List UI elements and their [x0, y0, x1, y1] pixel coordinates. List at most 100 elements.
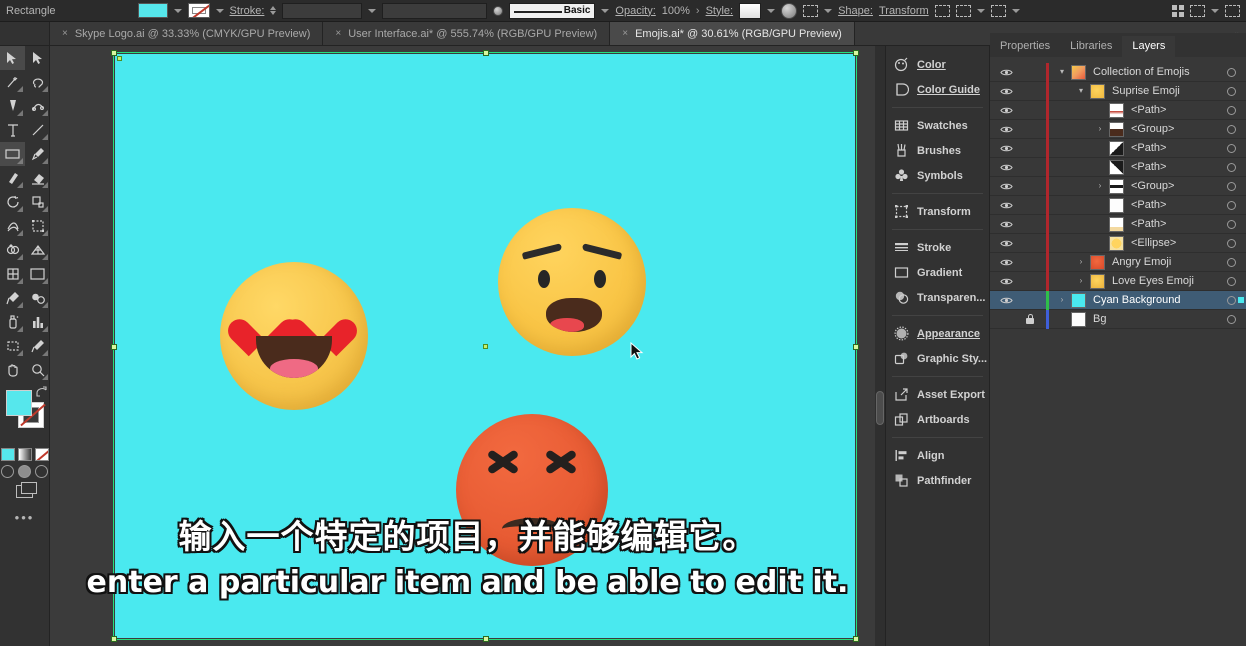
variable-width-dropdown-icon[interactable] — [493, 5, 504, 16]
disclosure-triangle-icon[interactable]: ▾ — [1053, 68, 1071, 76]
dock-item-asset-export[interactable]: Asset Export — [886, 382, 989, 407]
close-icon[interactable]: × — [335, 28, 341, 39]
color-swatch-button[interactable] — [0, 448, 15, 461]
dock-item-transparency[interactable]: Transparen... — [886, 285, 989, 310]
angry-emoji[interactable] — [456, 414, 608, 566]
mesh-tool[interactable] — [0, 262, 25, 286]
lasso-tool[interactable] — [25, 70, 50, 94]
graphic-style-dropdown-icon[interactable] — [767, 8, 776, 13]
target-indicator[interactable] — [1227, 125, 1236, 134]
scrollbar-thumb[interactable] — [876, 391, 884, 425]
tab-layers[interactable]: Layers — [1122, 36, 1176, 57]
column-graph-tool[interactable] — [25, 310, 50, 334]
transform-label[interactable]: Transform — [879, 5, 929, 17]
dock-item-graphic-styles[interactable]: Graphic Sty... — [886, 346, 989, 371]
target-indicator[interactable] — [1227, 315, 1236, 324]
panel-list-icon[interactable] — [1225, 4, 1240, 17]
fill-swatch[interactable] — [137, 3, 168, 18]
document-tab-emojis[interactable]: × Emojis.ai* @ 30.61% (RGB/GPU Preview) — [610, 22, 855, 45]
none-swatch-button[interactable] — [34, 448, 49, 461]
layer-row[interactable]: › <Group> — [990, 119, 1246, 139]
hand-tool[interactable] — [0, 358, 25, 382]
visibility-toggle[interactable] — [990, 220, 1022, 229]
visibility-toggle[interactable] — [990, 182, 1022, 191]
shape-builder-tool[interactable] — [0, 238, 25, 262]
target-indicator[interactable] — [1227, 296, 1236, 305]
target-indicator[interactable] — [1227, 258, 1236, 267]
rotate-tool[interactable] — [0, 190, 25, 214]
canvas-area[interactable]: 输入一个特定的项目，并能够编辑它。 enter a particular ite… — [50, 46, 885, 646]
transform-handles-icon[interactable] — [934, 4, 950, 17]
visibility-toggle[interactable] — [990, 106, 1022, 115]
dock-item-pathfinder[interactable]: Pathfinder — [886, 468, 989, 493]
dock-item-color[interactable]: Color — [886, 52, 989, 77]
visibility-toggle[interactable] — [990, 68, 1022, 77]
visibility-toggle[interactable] — [990, 144, 1022, 153]
layer-row[interactable]: Bg — [990, 309, 1246, 329]
eraser-tool[interactable] — [25, 166, 50, 190]
dock-item-transform[interactable]: Transform — [886, 199, 989, 224]
dock-item-artboards[interactable]: Artboards — [886, 407, 989, 432]
slice-tool[interactable] — [25, 334, 50, 358]
workspace-switcher-dropdown-icon[interactable] — [1211, 8, 1219, 13]
magic-wand-tool[interactable] — [0, 70, 25, 94]
dock-item-brushes[interactable]: Brushes — [886, 138, 989, 163]
dock-item-appearance[interactable]: Appearance — [886, 321, 989, 346]
dock-item-stroke[interactable]: Stroke — [886, 235, 989, 260]
tab-properties[interactable]: Properties — [990, 36, 1060, 57]
zoom-tool[interactable] — [25, 358, 50, 382]
disclosure-triangle-icon[interactable]: ▾ — [1072, 87, 1090, 95]
close-icon[interactable]: × — [622, 28, 628, 39]
fill-color-swatch[interactable] — [6, 390, 32, 416]
target-indicator[interactable] — [1227, 182, 1236, 191]
close-icon[interactable]: × — [62, 28, 68, 39]
disclosure-triangle-icon[interactable]: › — [1053, 296, 1071, 304]
eyedropper-tool[interactable] — [0, 286, 25, 310]
preferences-icon[interactable] — [1190, 4, 1205, 17]
stroke-weight-stepper[interactable] — [270, 6, 277, 15]
shaper-tool[interactable] — [0, 166, 25, 190]
type-tool[interactable] — [0, 118, 25, 142]
document-tab-skype-logo[interactable]: × Skype Logo.ai @ 33.33% (CMYK/GPU Previ… — [50, 22, 324, 45]
surprise-emoji[interactable] — [498, 208, 646, 356]
layer-row[interactable]: <Path> — [990, 195, 1246, 215]
stroke-weight-input[interactable] — [282, 2, 363, 19]
select-similar-icon[interactable] — [990, 4, 1006, 17]
visibility-toggle[interactable] — [990, 163, 1022, 172]
artboard-tool[interactable] — [0, 334, 25, 358]
paintbrush-tool[interactable] — [25, 142, 50, 166]
brush-definition-dropdown-icon[interactable] — [601, 8, 610, 13]
layer-row[interactable]: <Path> — [990, 157, 1246, 177]
layer-row[interactable]: › Angry Emoji — [990, 252, 1246, 272]
stroke-swatch[interactable] — [187, 3, 210, 18]
love-eyes-emoji[interactable] — [220, 262, 368, 410]
rectangle-tool[interactable] — [0, 142, 25, 166]
symbol-sprayer-tool[interactable] — [0, 310, 25, 334]
document-tab-user-interface[interactable]: × User Interface.ai* @ 555.74% (RGB/GPU … — [323, 22, 611, 45]
target-indicator[interactable] — [1227, 220, 1236, 229]
target-indicator[interactable] — [1227, 68, 1236, 77]
curvature-tool[interactable] — [25, 94, 50, 118]
document-setup-icon[interactable] — [1172, 4, 1184, 17]
edit-toolbar-icon[interactable]: ••• — [0, 510, 49, 525]
line-segment-tool[interactable] — [25, 118, 50, 142]
arrange-icon[interactable] — [955, 4, 971, 17]
draw-inside-icon[interactable] — [35, 465, 48, 478]
layer-row[interactable]: › Cyan Background — [990, 290, 1246, 310]
target-indicator[interactable] — [1227, 106, 1236, 115]
layer-row[interactable]: › <Group> — [990, 176, 1246, 196]
blend-tool[interactable] — [25, 286, 50, 310]
visibility-toggle[interactable] — [990, 125, 1022, 134]
opacity-more-icon[interactable]: › — [696, 5, 700, 17]
target-indicator[interactable] — [1227, 163, 1236, 172]
selection-tool[interactable] — [0, 46, 25, 70]
pen-tool[interactable] — [0, 94, 25, 118]
disclosure-triangle-icon[interactable]: › — [1091, 125, 1109, 133]
lock-toggle[interactable] — [1022, 314, 1038, 324]
dock-item-color-guide[interactable]: Color Guide — [886, 77, 989, 102]
target-indicator[interactable] — [1227, 277, 1236, 286]
screen-mode-button[interactable] — [0, 482, 49, 498]
visibility-toggle[interactable] — [990, 239, 1022, 248]
layer-row[interactable]: ▾ Collection of Emojis — [990, 62, 1246, 82]
graphic-style-swatch[interactable] — [739, 2, 762, 19]
